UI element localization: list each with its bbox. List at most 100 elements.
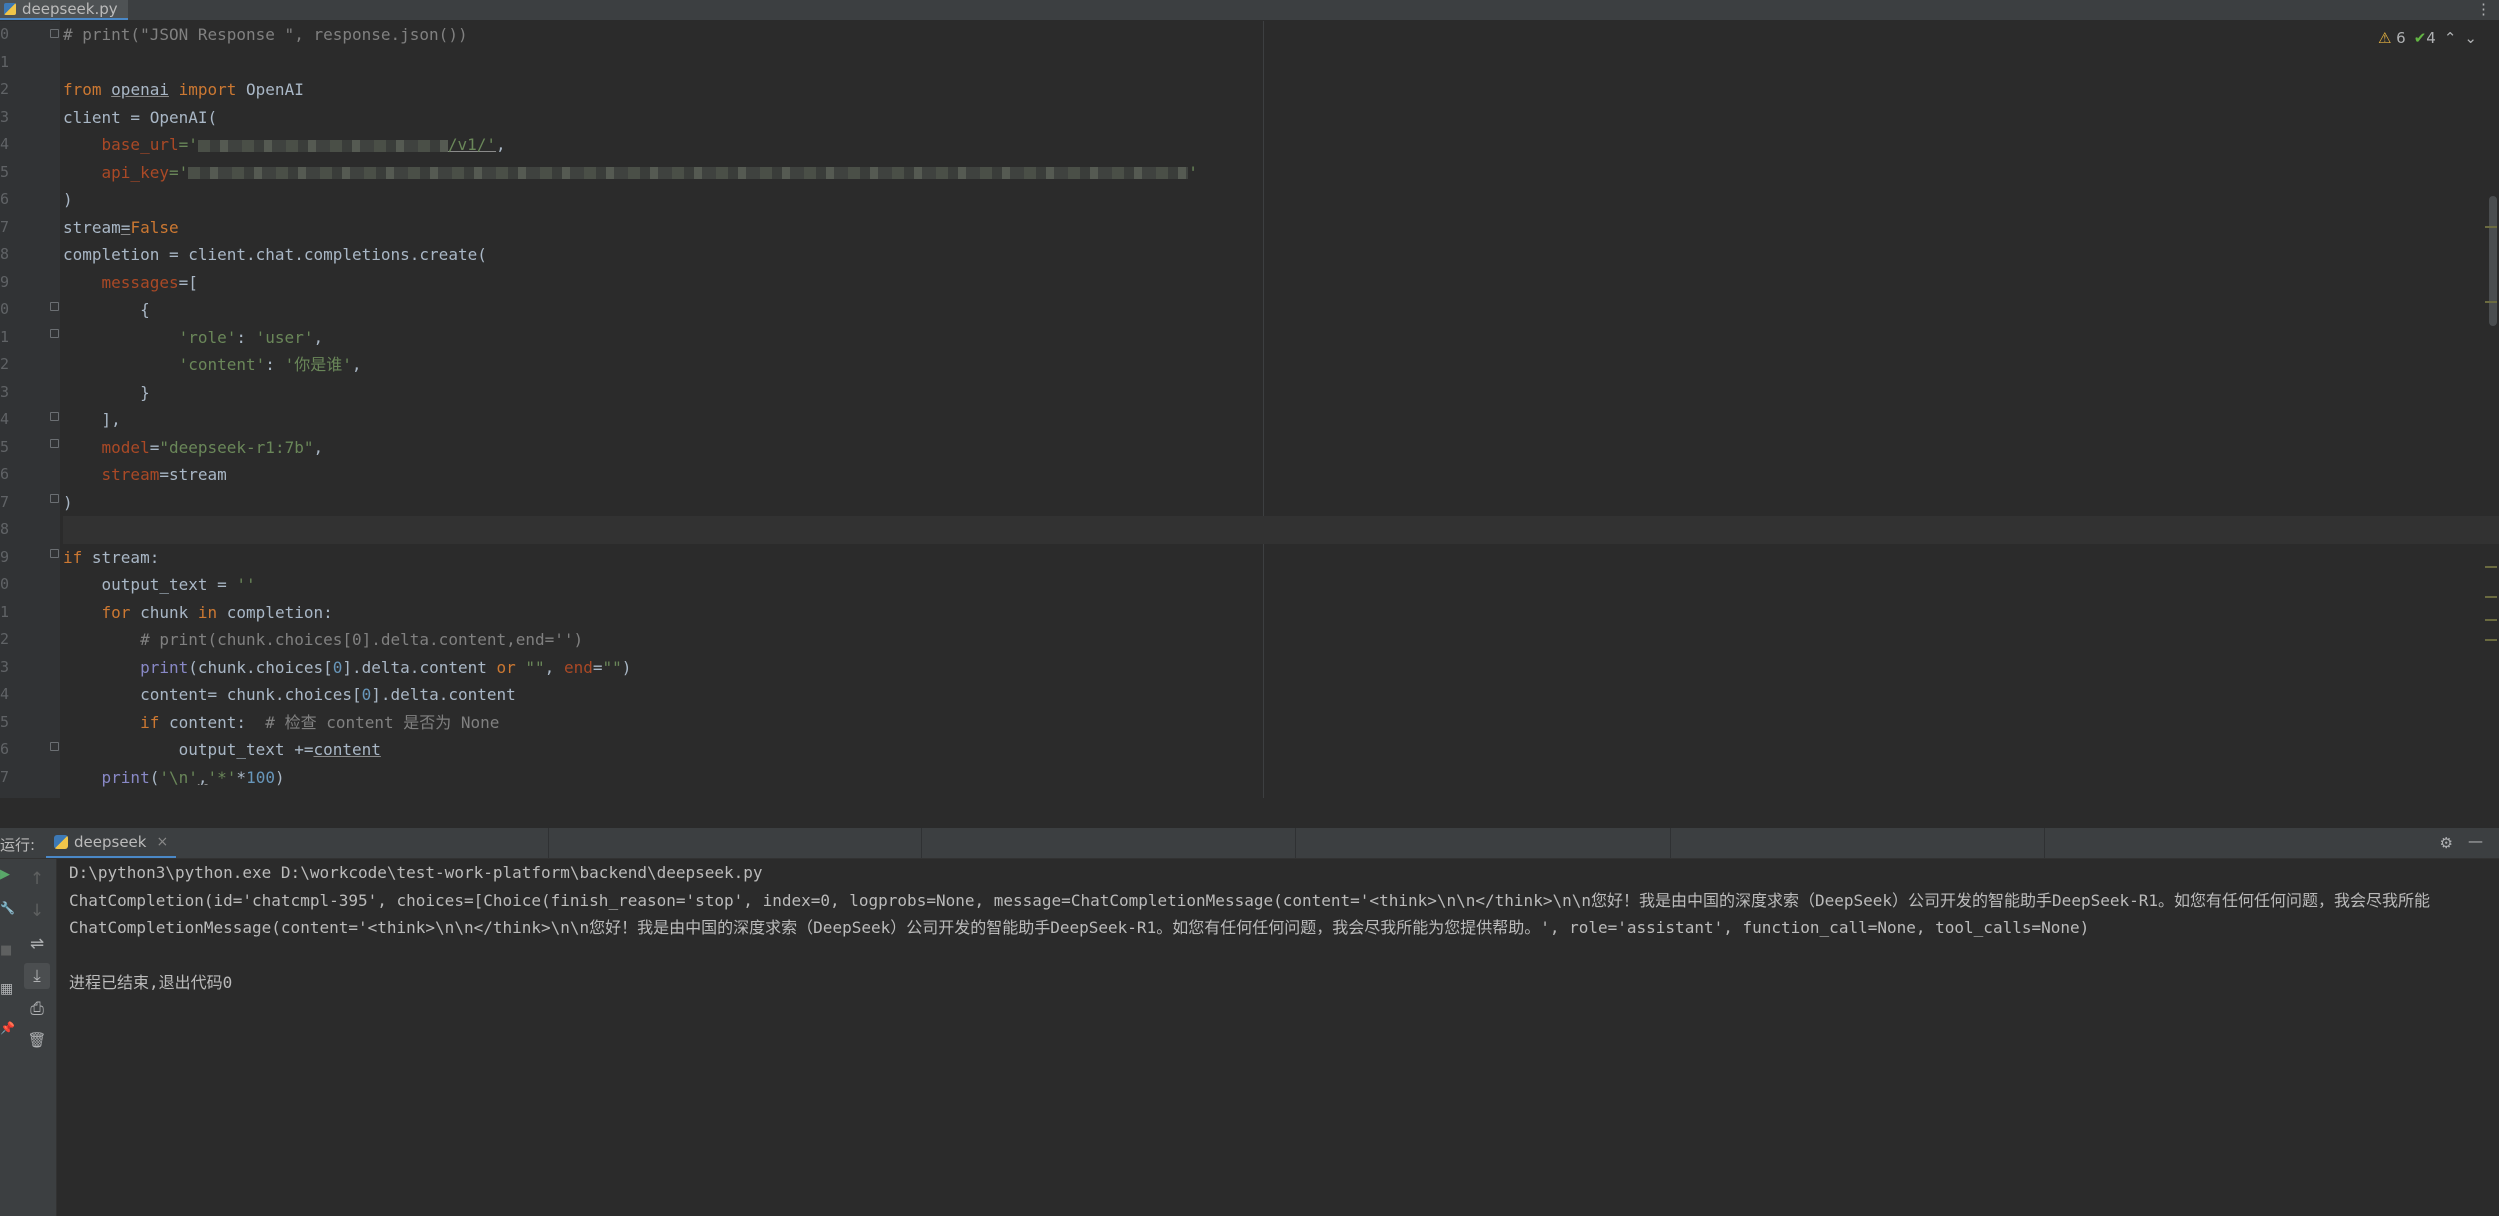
line-number: 9	[0, 547, 10, 566]
arrow-down-icon[interactable]: ↓	[26, 901, 48, 921]
code-line: output_text +=content	[63, 736, 2499, 764]
layout-icon[interactable]: ▦	[0, 981, 13, 997]
soft-wrap-icon[interactable]: ⇌	[26, 934, 48, 954]
gear-icon[interactable]: ⚙	[2440, 834, 2453, 852]
run-label: 运行:	[0, 836, 36, 854]
error-stripe-mark[interactable]	[2485, 639, 2497, 641]
code-token: content:	[159, 712, 266, 732]
code-token: stream	[101, 465, 160, 484]
close-icon[interactable]: ×	[156, 834, 168, 850]
code-token: ].delta.content	[342, 657, 497, 677]
rerun-icon[interactable]: ▶	[0, 867, 10, 882]
editor-scrollbar[interactable]	[2485, 21, 2499, 798]
scrollbar-thumb[interactable]	[2489, 196, 2497, 326]
code-token: completion = client.chat.completions.cre…	[63, 245, 487, 264]
code-line: if content: # 检查 content 是否为 None	[63, 709, 2499, 737]
line-number: 7	[0, 217, 10, 236]
code-token: for	[101, 602, 131, 622]
code-area[interactable]: # print("JSON Response ", response.json(…	[63, 21, 2499, 791]
line-number: 2	[0, 355, 10, 373]
line-number: 6	[0, 465, 10, 483]
code-token: ].delta.content	[371, 685, 516, 704]
ok-count: 4	[2426, 29, 2436, 47]
tab-divider	[548, 828, 549, 858]
tab-menu-icon[interactable]: ⋮	[2476, 0, 2491, 18]
code-line: ],	[63, 406, 2499, 434]
inspection-widget[interactable]: ⚠ 6 ✔4 ⌃ ⌄	[2378, 29, 2477, 47]
code-line: print('\n','*'*100)	[63, 764, 2499, 792]
run-console-output[interactable]: D:\python3\python.exe D:\workcode\test-w…	[57, 859, 2499, 1216]
print-icon[interactable]: ⎙	[26, 999, 48, 1019]
code-line: completion = client.chat.completions.cre…	[63, 241, 2499, 269]
code-token: (chunk.choices[	[188, 657, 333, 677]
code-line: 'content': '你是谁',	[63, 351, 2499, 379]
code-token: ,	[351, 355, 362, 374]
line-number: 6	[0, 190, 10, 208]
line-number: 9	[0, 272, 10, 291]
fold-marker-icon[interactable]	[50, 549, 59, 558]
file-tab-deepseek[interactable]: deepseek.py	[0, 0, 128, 20]
error-stripe-mark[interactable]	[2485, 301, 2497, 303]
trash-icon[interactable]: 🗑	[26, 1031, 48, 1049]
scroll-to-end-icon[interactable]: ⤓	[24, 963, 50, 989]
code-token: )	[274, 767, 285, 787]
line-number: 3	[0, 107, 10, 126]
code-token: # 检查 content 是否为 None	[265, 712, 500, 732]
fold-marker-icon[interactable]	[50, 302, 59, 311]
line-number: 5	[0, 162, 10, 181]
check-icon: ✔	[2413, 29, 2427, 47]
run-toolbar-right: ↑ ↓ ⇌ ⤓ ⎙ 🗑	[18, 859, 57, 1216]
code-line: api_key=' '	[63, 159, 2499, 187]
minimize-icon[interactable]: —	[2468, 832, 2483, 850]
code-line: {	[63, 296, 2499, 324]
panel-splitter[interactable]	[0, 798, 2499, 828]
fold-marker-icon[interactable]	[50, 29, 59, 38]
line-number: 1	[0, 327, 10, 346]
console-line: 进程已结束,退出代码0	[69, 973, 233, 992]
line-number-gutter: 0 1 2 3 4 5 6 7 8 9 0 1 2 3 4 5 6 7 8 9 0 1 2 3 4 5 6 7	[0, 21, 60, 798]
next-highlight-icon[interactable]: ⌄	[2464, 29, 2477, 47]
fold-marker-icon[interactable]	[50, 742, 59, 751]
arrow-up-icon[interactable]: ↑	[26, 869, 48, 889]
code-token: # print("JSON Response ", response.json(…	[63, 25, 468, 44]
code-token: stream:	[82, 547, 160, 567]
code-token: ],	[101, 410, 121, 429]
python-file-icon	[4, 3, 16, 15]
error-stripe-mark[interactable]	[2485, 596, 2497, 598]
pin-icon[interactable]: 📌	[0, 1021, 15, 1035]
fold-marker-icon[interactable]	[50, 329, 59, 338]
stop-icon[interactable]: ■	[0, 943, 12, 958]
code-token: content	[140, 685, 208, 704]
code-token: '你是谁'	[284, 355, 352, 374]
error-stripe-mark[interactable]	[2485, 619, 2497, 621]
code-token: ='	[168, 162, 189, 182]
line-number: 8	[0, 245, 10, 263]
code-token: "deepseek-r1:7b"	[159, 437, 314, 457]
line-number: 1	[0, 52, 10, 71]
wrench-icon[interactable]: 🔧	[0, 901, 15, 915]
code-token: # print(chunk.choices[0].delta.content,e…	[140, 630, 584, 649]
code-token: messages	[101, 272, 179, 292]
fold-marker-icon[interactable]	[50, 412, 59, 421]
previous-highlight-icon[interactable]: ⌃	[2444, 29, 2457, 47]
error-stripe-mark[interactable]	[2485, 226, 2497, 228]
code-token: 100	[246, 767, 275, 787]
run-tab-deepseek[interactable]: deepseek ×	[46, 828, 177, 858]
line-number: 3	[0, 657, 10, 676]
line-number: 8	[0, 520, 10, 538]
code-token: client = OpenAI(	[63, 107, 218, 127]
fold-marker-icon[interactable]	[50, 439, 59, 448]
code-line: for chunk in completion:	[63, 599, 2499, 627]
code-token: if	[63, 547, 83, 567]
fold-marker-icon[interactable]	[50, 494, 59, 503]
code-token: 0	[361, 685, 372, 704]
line-number: 0	[0, 575, 10, 593]
code-line: # print("JSON Response ", response.json(…	[63, 21, 2499, 49]
error-stripe-mark[interactable]	[2485, 566, 2497, 568]
code-token: api_key	[101, 162, 169, 182]
code-token: 'content'	[178, 355, 266, 374]
code-editor[interactable]: 0 1 2 3 4 5 6 7 8 9 0 1 2 3 4 5 6 7 8 9 0 1 2 3 4 5 6 7 # print("JS…	[0, 21, 2499, 798]
code-token: False	[130, 217, 179, 237]
